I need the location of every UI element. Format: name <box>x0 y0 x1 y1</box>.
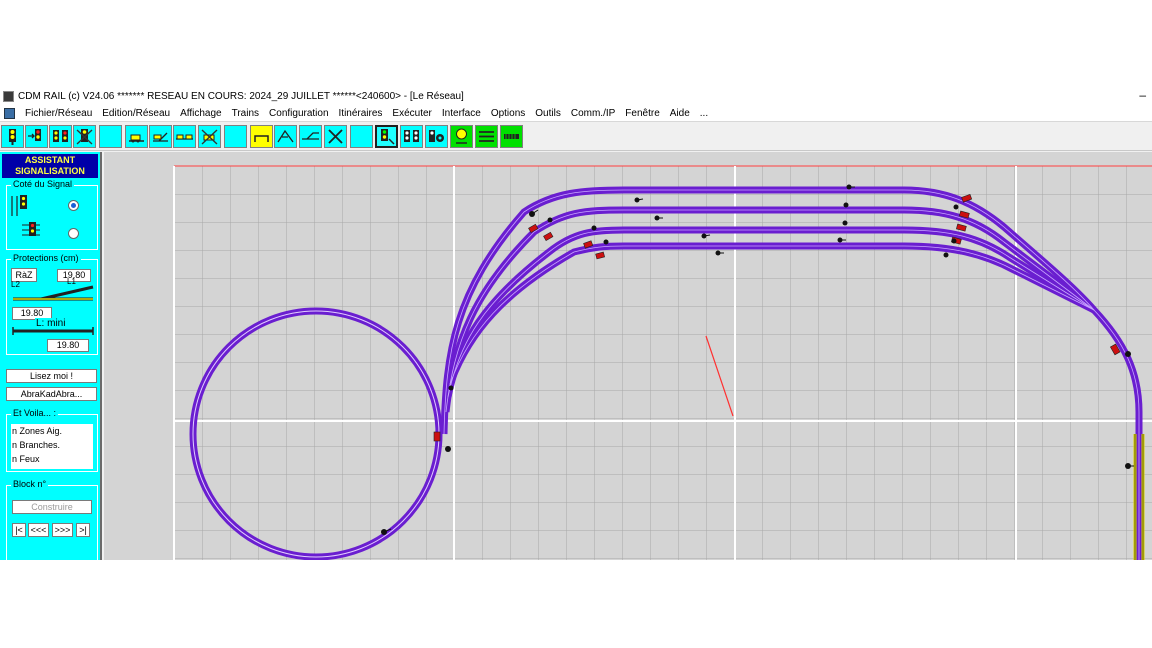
block-group: Block n° Construire |< <<< >>> >| <box>6 479 98 560</box>
menu-fichier[interactable]: Fichier/Réseau <box>20 108 97 119</box>
menu-itineraires[interactable]: Itinéraires <box>334 108 388 119</box>
signal-assist-icon[interactable] <box>450 125 473 148</box>
panel-title-line1: ASSISTANT <box>24 155 76 165</box>
menu-interface[interactable]: Interface <box>437 108 486 119</box>
loco-cross-icon[interactable] <box>198 125 221 148</box>
loco-link-icon[interactable] <box>173 125 196 148</box>
signal-dot[interactable] <box>547 217 553 223</box>
blank-tool-icon-3[interactable] <box>350 125 373 148</box>
signal-dot[interactable] <box>951 238 957 244</box>
signal-dot[interactable] <box>591 225 597 231</box>
signal-red[interactable] <box>433 431 441 442</box>
panel-title-line2: SIGNALISATION <box>15 166 85 176</box>
app-icon <box>3 91 14 102</box>
turnout-icon[interactable] <box>250 125 273 148</box>
panel-header: ASSISTANT SIGNALISATION <box>2 154 98 178</box>
loco-route-icon[interactable] <box>125 125 148 148</box>
branches-count: n Branches. <box>12 440 61 450</box>
cdm-rail-window: CDM RAIL (c) V24.06 ******* RESEAU EN CO… <box>0 88 1152 560</box>
blank-tool-icon[interactable] <box>99 125 122 148</box>
results-group: Et Voila... : n Zones Aig. n Branches. n… <box>6 408 98 472</box>
menu-executer[interactable]: Exécuter <box>387 108 436 119</box>
menu-fenetre[interactable]: Fenêtre <box>620 108 664 119</box>
protections-group: Protections (cm) RàZ 19.80 L2 L1 19.80 L… <box>6 253 98 355</box>
menu-edition[interactable]: Edition/Réseau <box>97 108 175 119</box>
signal-double-icon[interactable] <box>49 125 72 148</box>
nav-next-button[interactable]: >>> <box>52 523 73 537</box>
signal-side-left-radio[interactable] <box>68 200 79 211</box>
menu-affichage[interactable]: Affichage <box>175 108 227 119</box>
menu-comm-ip[interactable]: Comm./IP <box>566 108 620 119</box>
signal-yellow-icon[interactable] <box>1 125 24 148</box>
signal-dot[interactable] <box>943 252 949 258</box>
lmini-label: L: mini <box>35 318 67 329</box>
signal-edit-icon[interactable] <box>375 125 398 148</box>
menu-more[interactable]: ... <box>695 108 713 119</box>
track-lines-icon[interactable] <box>475 125 498 148</box>
turnout-branch-icon[interactable] <box>274 125 297 148</box>
delete-cross-icon[interactable] <box>324 125 347 148</box>
signal-right-icon <box>22 222 40 236</box>
abrakadabra-button[interactable]: AbraKadAbra... <box>6 387 97 401</box>
feux-count: n Feux <box>12 454 40 464</box>
signal-assistant-panel: ASSISTANT SIGNALISATION Coté du Signal P… <box>0 152 102 560</box>
menu-configuration[interactable]: Configuration <box>264 108 333 119</box>
track-bar-icon[interactable] <box>500 125 523 148</box>
system-menu-icon[interactable] <box>4 107 15 119</box>
lisez-moi-button[interactable]: Lisez moi ! <box>6 369 97 383</box>
nav-prev-button[interactable]: <<< <box>28 523 49 537</box>
nav-last-button[interactable]: >| <box>76 523 90 537</box>
construire-button[interactable]: Construire <box>12 500 92 514</box>
signal-side-right-radio[interactable] <box>68 228 79 239</box>
turnout-join-icon[interactable] <box>299 125 322 148</box>
turnout-lengths-icon <box>13 285 94 301</box>
signal-dot[interactable] <box>843 202 849 208</box>
menu-outils[interactable]: Outils <box>530 108 566 119</box>
l1-label: L1 <box>67 277 76 286</box>
loco-switch-icon[interactable] <box>149 125 172 148</box>
signal-dot[interactable] <box>448 385 454 391</box>
l2-label: L2 <box>11 280 20 289</box>
signal-dot[interactable] <box>842 220 848 226</box>
results-label: Et Voila... : <box>11 408 59 418</box>
layout-canvas[interactable] <box>104 152 1152 560</box>
blank-tool-icon-2[interactable] <box>224 125 247 148</box>
nav-first-button[interactable]: |< <box>12 523 26 537</box>
signal-side-label: Coté du Signal <box>11 179 75 189</box>
toolbar <box>0 123 1152 151</box>
results-list: n Zones Aig. n Branches. n Feux <box>11 424 93 469</box>
signal-left-icon <box>11 195 27 216</box>
title-bar: CDM RAIL (c) V24.06 ******* RESEAU EN CO… <box>0 88 1152 105</box>
menu-bar: Fichier/Réseau Edition/Réseau Affichage … <box>0 105 1152 122</box>
protections-label: Protections (cm) <box>11 253 81 263</box>
signal-pair-icon[interactable] <box>400 125 423 148</box>
block-label: Block n° <box>11 479 49 489</box>
signal-side-group: Coté du Signal <box>6 179 98 250</box>
track-plan[interactable] <box>104 152 1152 560</box>
menu-aide[interactable]: Aide <box>665 108 695 119</box>
signal-dot[interactable] <box>1125 351 1131 357</box>
signal-arrow-icon[interactable] <box>25 125 48 148</box>
minimize-button[interactable]: – <box>1139 88 1146 102</box>
signal-dot[interactable] <box>953 204 959 210</box>
menu-trains[interactable]: Trains <box>227 108 264 119</box>
signal-gear-icon[interactable] <box>425 125 448 148</box>
signal-dot[interactable] <box>445 446 451 452</box>
window-title: CDM RAIL (c) V24.06 ******* RESEAU EN CO… <box>18 91 464 102</box>
lmini-value[interactable]: 19.80 <box>47 339 89 352</box>
signal-cross-icon[interactable] <box>73 125 96 148</box>
zones-count: n Zones Aig. <box>12 426 63 436</box>
signal-dot[interactable] <box>603 239 609 245</box>
menu-options[interactable]: Options <box>486 108 530 119</box>
